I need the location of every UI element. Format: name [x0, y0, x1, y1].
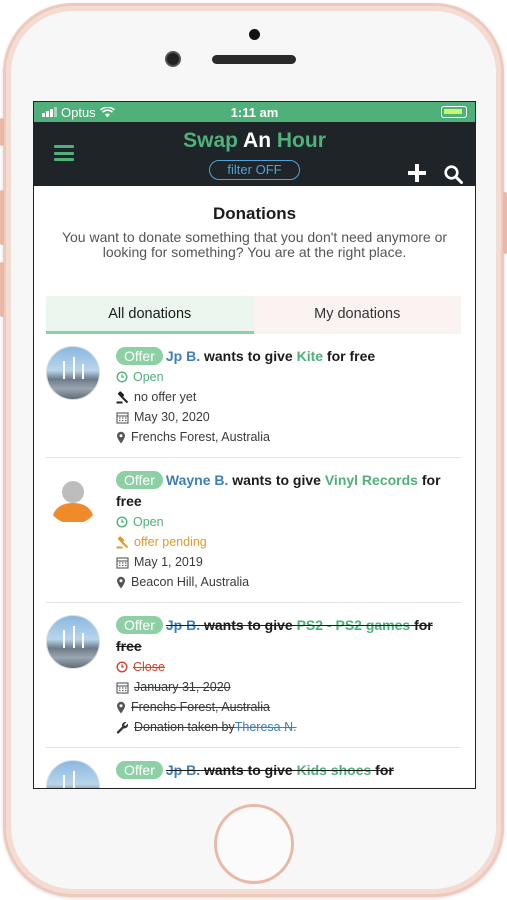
- battery-icon: [441, 106, 467, 118]
- clock-icon: [116, 516, 128, 528]
- headline-verb: wants to give: [228, 472, 325, 488]
- wrench-icon: [116, 721, 129, 734]
- location-text: Frenchs Forest, Australia: [131, 430, 270, 444]
- search-icon[interactable]: [444, 165, 463, 184]
- calendar-icon: [116, 556, 129, 569]
- status-row: Open: [116, 367, 461, 387]
- status-bar: Optus 1:11 am: [34, 102, 475, 122]
- taken-by-prefix: Donation taken by: [134, 720, 235, 734]
- app-screen: Optus 1:11 am Swap An Hour filter OFF Do…: [33, 101, 476, 789]
- tab-my-donations[interactable]: My donations: [253, 296, 461, 334]
- headline-suffix: for: [371, 762, 394, 778]
- map-pin-icon: [117, 576, 125, 588]
- headline-suffix: for free: [323, 348, 376, 364]
- phone-speaker: [212, 55, 296, 64]
- item-link[interactable]: Kids shoes: [297, 762, 372, 778]
- status-text: Open: [133, 515, 164, 529]
- phone-side-button: [0, 118, 4, 146]
- list-item[interactable]: Offer Wayne B. wants to give Vinyl Record…: [46, 458, 461, 603]
- offer-state-text: no offer yet: [134, 390, 197, 404]
- location-row: Frenchs Forest, Australia: [116, 427, 461, 447]
- avatar[interactable]: [46, 615, 100, 669]
- donation-headline: Offer Jp B. wants to give Kite for free: [116, 346, 461, 367]
- phone-power-button: [503, 192, 507, 254]
- user-link[interactable]: Jp B.: [166, 348, 200, 364]
- status-time: 1:11 am: [230, 104, 279, 120]
- date-text: May 30, 2020: [134, 410, 210, 424]
- offer-state-text: offer pending: [134, 535, 207, 549]
- date-row: January 31, 2020: [116, 677, 461, 697]
- headline-verb: wants to give: [200, 617, 297, 633]
- user-link[interactable]: Jp B.: [166, 617, 200, 633]
- status-row: Close: [116, 657, 461, 677]
- phone-camera: [165, 51, 181, 67]
- page-title: Donations: [212, 204, 297, 223]
- gavel-icon: [116, 390, 129, 403]
- app-title-swap: Swap: [183, 129, 238, 152]
- clock-icon: [116, 661, 128, 673]
- page-description: You want to donate something that you do…: [61, 229, 448, 260]
- tab-all-donations[interactable]: All donations: [46, 296, 254, 334]
- status-text: Open: [133, 370, 164, 384]
- item-link[interactable]: Kite: [297, 348, 323, 364]
- donation-details: Offer Jp B. wants to give Kids shoes for: [116, 760, 461, 788]
- donation-list: Offer Jp B. wants to give Kite for free O…: [46, 334, 461, 788]
- calendar-icon: [116, 681, 129, 694]
- map-pin-icon: [117, 431, 125, 443]
- offer-state-row: offer pending: [116, 532, 461, 552]
- calendar-icon: [116, 411, 129, 424]
- location-text: Frenchs Forest, Australia: [131, 700, 270, 714]
- list-item[interactable]: Offer Jp B. wants to give Kids shoes for: [46, 748, 461, 788]
- main-content: Donations You want to donate something t…: [34, 186, 475, 788]
- offer-badge: Offer: [116, 471, 163, 489]
- phone-side-button: [0, 190, 4, 245]
- status-text: Close: [133, 660, 165, 674]
- donation-details: Offer Jp B. wants to give Kite for free O…: [116, 346, 461, 447]
- location-row: Frenchs Forest, Australia: [116, 697, 461, 717]
- clock-icon: [116, 371, 128, 383]
- user-link[interactable]: Jp B.: [166, 762, 200, 778]
- list-item[interactable]: Offer Jp B. wants to give PS2 - PS2 games…: [46, 603, 461, 748]
- date-row: May 1, 2019: [116, 552, 461, 572]
- location-row: Beacon Hill, Australia: [116, 572, 461, 592]
- donation-headline: Offer Wayne B. wants to give Vinyl Record…: [116, 470, 461, 512]
- app-title-hour: Hour: [276, 129, 326, 152]
- offer-state-row: no offer yet: [116, 387, 461, 407]
- avatar[interactable]: [46, 760, 100, 788]
- headline-verb: wants to give: [200, 762, 297, 778]
- plus-icon[interactable]: [408, 164, 426, 182]
- donation-details: Offer Wayne B. wants to give Vinyl Record…: [116, 470, 461, 592]
- default-user-icon: [52, 481, 94, 522]
- map-pin-icon: [117, 701, 125, 713]
- item-link[interactable]: PS2 - PS2 games: [297, 617, 411, 633]
- taker-link[interactable]: Theresa N.: [235, 717, 297, 737]
- date-row: May 30, 2020: [116, 407, 461, 427]
- headline-verb: wants to give: [200, 348, 297, 364]
- phone-home-button[interactable]: [214, 804, 294, 884]
- avatar[interactable]: [46, 470, 100, 524]
- list-item[interactable]: Offer Jp B. wants to give Kite for free O…: [46, 334, 461, 458]
- app-title: Swap An Hour: [34, 129, 475, 153]
- status-row: Open: [116, 512, 461, 532]
- app-title-an: An: [243, 129, 272, 152]
- donation-headline: Offer Jp B. wants to give PS2 - PS2 games…: [116, 615, 461, 657]
- gavel-icon: [116, 535, 129, 548]
- offer-badge: Offer: [116, 616, 163, 634]
- date-text: May 1, 2019: [134, 555, 203, 569]
- user-link[interactable]: Wayne B.: [166, 472, 229, 488]
- donation-details: Offer Jp B. wants to give PS2 - PS2 games…: [116, 615, 461, 737]
- offer-badge: Offer: [116, 761, 163, 779]
- item-link[interactable]: Vinyl Records: [325, 472, 418, 488]
- location-text: Beacon Hill, Australia: [131, 575, 250, 589]
- donation-headline: Offer Jp B. wants to give Kids shoes for: [116, 760, 461, 781]
- offer-badge: Offer: [116, 347, 163, 365]
- taken-by-row: Donation taken by Theresa N.: [116, 717, 461, 737]
- donation-tabs: All donations My donations: [46, 296, 461, 334]
- date-text: January 31, 2020: [134, 680, 231, 694]
- phone-sensor: [249, 29, 260, 40]
- phone-side-button: [0, 262, 4, 317]
- app-navbar: Swap An Hour filter OFF: [34, 122, 475, 186]
- avatar[interactable]: [46, 346, 100, 400]
- filter-toggle-button[interactable]: filter OFF: [209, 160, 300, 180]
